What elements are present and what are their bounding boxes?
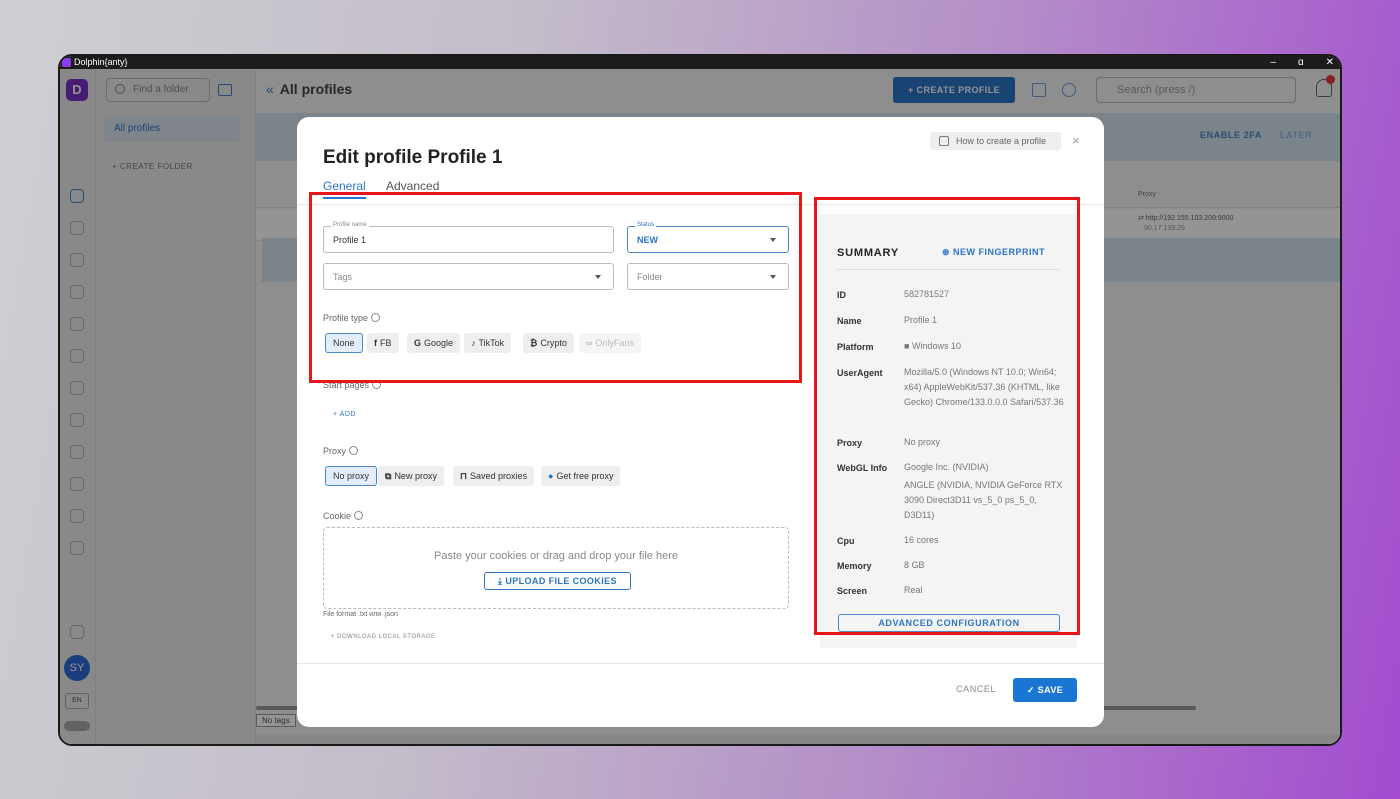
cancel-button[interactable]: CANCEL [956,684,996,694]
tab-advanced[interactable]: Advanced [386,179,439,193]
app-logo-icon [62,58,71,67]
cookie-label: Cookie [323,511,364,521]
footer-divider [297,663,1104,664]
save-button[interactable]: ✓ SAVE [1013,678,1077,702]
download-local-storage-button[interactable]: + DOWNLOAD LOCAL STORAGE [331,634,436,640]
close-modal-icon[interactable]: × [1072,133,1080,148]
saved-proxies-option[interactable]: ⊓ Saved proxies [453,466,535,486]
help-icon[interactable] [349,446,359,455]
upload-cookies-button[interactable]: ⤓ UPLOAD FILE COOKIES [484,572,631,590]
highlight-box-summary [814,197,1080,635]
new-proxy-option[interactable]: ⧉ New proxy [378,466,444,486]
cookie-dropzone[interactable]: Paste your cookies or drag and drop your… [323,527,789,609]
no-proxy-option[interactable]: No proxy [325,466,378,486]
cookie-hint: Paste your cookies or drag and drop your… [434,550,678,562]
minimize-button[interactable]: – [1270,56,1276,69]
title-bar: Dolphin{anty} – ɑ ✕ [60,56,1340,69]
bookmark-icon: ⊓ [460,471,468,481]
window-title: Dolphin{anty} [74,57,128,67]
proxy-label: Proxy [323,446,359,456]
help-icon[interactable] [354,511,364,520]
file-format-hint: File format .txt или .json [323,611,398,618]
highlight-box-general [309,192,802,383]
free-proxy-option[interactable]: ● Get free proxy [541,466,621,486]
add-start-page-button[interactable]: + ADD [333,411,356,418]
close-window-button[interactable]: ✕ [1326,56,1334,69]
drop-icon: ● [548,471,554,481]
new-proxy-icon: ⧉ [385,471,392,481]
modal-title: Edit profile Profile 1 [323,147,503,168]
app-window: Dolphin{anty} – ɑ ✕ D SY EN Find a folde… [58,54,1342,746]
maximize-button[interactable]: ɑ [1298,56,1304,69]
video-icon [939,136,949,146]
how-to-button[interactable]: How to create a profile [930,132,1061,150]
